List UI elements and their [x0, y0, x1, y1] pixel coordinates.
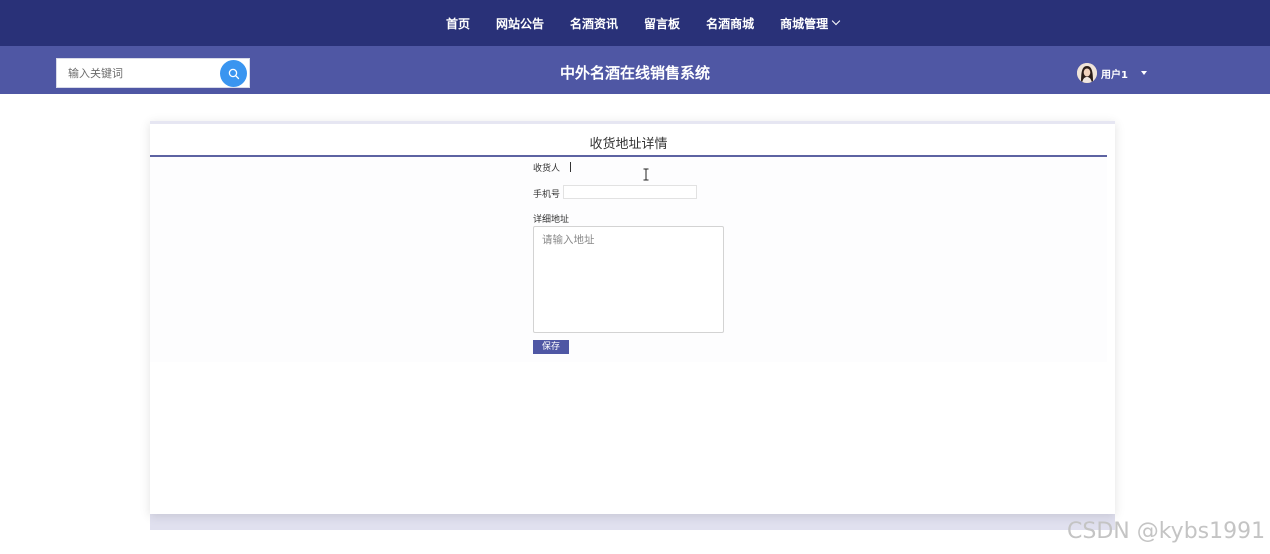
top-navigation-bar: 首页 网站公告 名酒资讯 留言板 名酒商城 商城管理 — [0, 0, 1270, 46]
text-cursor-icon — [643, 168, 649, 181]
user-menu[interactable]: 用户1 — [1077, 63, 1147, 83]
phone-input[interactable] — [563, 185, 697, 199]
watermark: CSDN @kybs1991 — [1067, 519, 1266, 544]
nav-item-message-board[interactable]: 留言板 — [644, 15, 680, 32]
nav-item-wine-news[interactable]: 名酒资讯 — [570, 15, 618, 32]
receiver-input[interactable] — [569, 160, 699, 174]
page-title: 收货地址详情 — [589, 137, 668, 152]
address-detail-card: 收货地址详情 收货人 手机号 详细地址 保存 — [150, 121, 1115, 514]
nav-item-label: 留言板 — [644, 16, 681, 31]
site-header: 中外名酒在线销售系统 用户1 — [0, 46, 1270, 94]
nav-item-label: 名酒商城 — [706, 16, 755, 31]
caret-down-icon — [1140, 71, 1147, 75]
nav-item-mall-management[interactable]: 商城管理 — [780, 15, 841, 32]
phone-label: 手机号 — [533, 190, 561, 200]
user-name: 用户1 — [1101, 69, 1128, 81]
address-label: 详细地址 — [533, 215, 570, 225]
avatar — [1077, 63, 1097, 83]
chevron-down-icon — [831, 16, 841, 26]
receiver-label: 收货人 — [533, 164, 561, 174]
save-button[interactable]: 保存 — [533, 340, 569, 354]
nav-item-label: 网站公告 — [496, 16, 545, 31]
user-avatar-icon — [1077, 63, 1097, 83]
nav-item-label: 名酒资讯 — [570, 16, 619, 31]
text-cursor — [570, 162, 571, 172]
nav-item-home[interactable]: 首页 — [446, 15, 470, 32]
nav-menu: 首页 网站公告 名酒资讯 留言板 名酒商城 商城管理 — [446, 0, 865, 46]
address-textarea[interactable] — [533, 226, 724, 333]
nav-item-announcements[interactable]: 网站公告 — [496, 15, 544, 32]
nav-item-wine-mall[interactable]: 名酒商城 — [706, 15, 754, 32]
nav-item-label: 首页 — [446, 16, 471, 31]
nav-item-label: 商城管理 — [780, 16, 829, 31]
